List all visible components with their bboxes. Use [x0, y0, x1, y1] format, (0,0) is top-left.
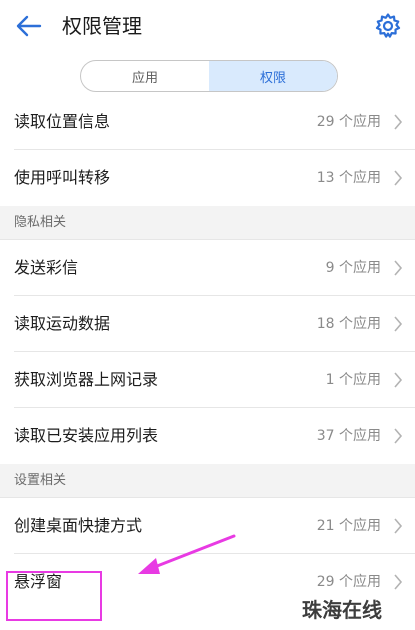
list-item-browser-history[interactable]: 获取浏览器上网记录 1 个应用 — [14, 352, 415, 408]
page-title: 权限管理 — [62, 14, 142, 38]
item-count: 37 个应用 — [316, 428, 381, 444]
item-label: 使用呼叫转移 — [14, 168, 111, 187]
item-count: 18 个应用 — [316, 316, 381, 332]
chevron-right-icon — [394, 260, 403, 276]
item-count: 9 个应用 — [325, 260, 381, 276]
item-count: 13 个应用 — [316, 170, 381, 186]
item-label: 读取位置信息 — [14, 112, 111, 131]
item-label: 发送彩信 — [14, 258, 79, 277]
chevron-right-icon — [394, 316, 403, 332]
gear-icon[interactable] — [374, 12, 402, 40]
chevron-right-icon — [394, 428, 403, 444]
section-header-settings: 设置相关 — [0, 464, 415, 498]
item-count: 1 个应用 — [325, 372, 381, 388]
section-title: 隐私相关 — [14, 215, 67, 230]
list-item-call-forward[interactable]: 使用呼叫转移 13 个应用 — [14, 150, 415, 206]
list-item-send-mms[interactable]: 发送彩信 9 个应用 — [14, 240, 415, 296]
item-label: 读取已安装应用列表 — [14, 426, 159, 445]
list-item-location[interactable]: 读取位置信息 29 个应用 — [14, 94, 415, 150]
section-title: 设置相关 — [14, 473, 67, 488]
tab-permissions[interactable]: 权限 — [209, 61, 337, 91]
tab-apps[interactable]: 应用 — [81, 61, 209, 91]
item-label: 读取运动数据 — [14, 314, 111, 333]
item-count: 29 个应用 — [316, 574, 381, 590]
item-label: 获取浏览器上网记录 — [14, 370, 159, 389]
chevron-right-icon — [394, 372, 403, 388]
chevron-right-icon — [394, 170, 403, 186]
app-header: 权限管理 — [0, 0, 415, 52]
annotation-highlight-box — [6, 571, 102, 621]
item-count: 29 个应用 — [316, 114, 381, 130]
list-item-installed-apps[interactable]: 读取已安装应用列表 37 个应用 — [14, 408, 415, 464]
item-count: 21 个应用 — [316, 518, 381, 534]
item-label: 创建桌面快捷方式 — [14, 516, 143, 535]
list-item-motion-data[interactable]: 读取运动数据 18 个应用 — [14, 296, 415, 352]
chevron-right-icon — [394, 574, 403, 590]
chevron-right-icon — [394, 114, 403, 130]
back-arrow-icon[interactable] — [14, 12, 44, 40]
watermark: 珠海在线 — [302, 598, 382, 622]
segmented-control: 应用 权限 — [80, 60, 338, 92]
annotation-arrow-icon — [138, 534, 236, 574]
chevron-right-icon — [394, 518, 403, 534]
section-header-privacy: 隐私相关 — [0, 206, 415, 240]
